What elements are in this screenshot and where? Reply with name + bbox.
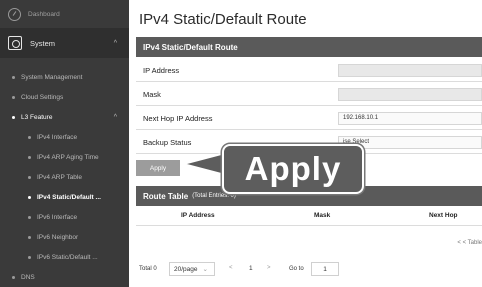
sidebar: Dashboard System ^ System Management Clo…: [0, 0, 129, 287]
prev-page-button[interactable]: <: [229, 265, 233, 271]
sidebar-item-ipv4-arp-table[interactable]: IPv4 ARP Table: [0, 170, 129, 184]
bullet-icon: [28, 155, 31, 159]
sidebar-item-ipv6-static-route[interactable]: IPv6 Static/Default ...: [0, 250, 129, 264]
ip-address-input[interactable]: [338, 63, 482, 77]
route-table-columns: IP Address Mask Next Hop: [136, 206, 482, 226]
next-page-button[interactable]: >: [267, 265, 271, 271]
sidebar-item-label: IPv6 Static/Default ...: [37, 253, 98, 261]
next-hop-row: Next Hop IP Address 192.168.10.1: [136, 107, 482, 130]
sidebar-item-dashboard[interactable]: Dashboard: [0, 6, 129, 22]
bullet-icon: [12, 75, 15, 79]
dashboard-icon: [8, 7, 21, 21]
callout-text: Apply: [244, 150, 342, 187]
sidebar-item-label: System: [30, 38, 56, 48]
form-panel-title: IPv4 Static/Default Route: [143, 42, 238, 52]
sidebar-item-ipv6-interface[interactable]: IPv6 Interface: [0, 210, 129, 224]
apply-button[interactable]: Apply: [136, 160, 180, 176]
sidebar-item-cloud-settings[interactable]: Cloud Settings: [0, 90, 129, 104]
next-hop-input[interactable]: 192.168.10.1: [338, 111, 482, 125]
callout-arrow: [181, 151, 226, 177]
mask-row: Mask: [136, 83, 482, 106]
bullet-icon: [12, 95, 15, 99]
bullet-icon: [12, 115, 15, 119]
column-ip-address: IP Address: [181, 212, 215, 219]
system-icon: [8, 36, 22, 50]
sidebar-item-label: IPv6 Interface: [37, 213, 78, 221]
sidebar-item-system-management[interactable]: System Management: [0, 70, 129, 84]
bullet-icon: [28, 215, 31, 219]
pager-total: Total 0: [139, 266, 157, 272]
chevron-up-icon: ^: [113, 39, 117, 47]
chevron-down-icon: ⌄: [202, 266, 208, 273]
sidebar-item-label: DNS: [21, 273, 35, 281]
bullet-icon: [28, 175, 31, 179]
sidebar-item-label: IPv4 ARP Aging Time: [37, 153, 99, 161]
mask-label: Mask: [143, 89, 161, 99]
bullet-icon: [28, 235, 31, 239]
sidebar-item-ipv4-arp-aging-time[interactable]: IPv4 ARP Aging Time: [0, 150, 129, 164]
bullet-icon: [28, 135, 31, 139]
per-page-value: 20/page: [174, 265, 198, 273]
sidebar-item-label: L3 Feature: [21, 113, 53, 121]
route-table-title: Route Table: [143, 191, 189, 201]
sidebar-item-label: Cloud Settings: [21, 93, 64, 101]
pagination: Total 0 20/page ⌄ < 1 > Go to 1: [129, 262, 482, 278]
sidebar-item-label: IPv4 ARP Table: [37, 173, 82, 181]
current-page: 1: [249, 265, 253, 272]
goto-page-input[interactable]: 1: [311, 262, 339, 276]
sidebar-item-label: System Management: [21, 73, 83, 81]
column-next-hop: Next Hop: [429, 212, 458, 219]
goto-page-value: 1: [323, 265, 327, 273]
ip-address-label: IP Address: [143, 65, 180, 75]
column-mask: Mask: [314, 212, 331, 219]
mask-input[interactable]: [338, 87, 482, 101]
sidebar-item-ipv4-static-route[interactable]: IPv4 Static/Default ...: [0, 190, 129, 204]
sidebar-item-l3-feature[interactable]: L3 Feature ^: [0, 110, 129, 124]
chevron-up-icon: ^: [113, 113, 117, 121]
page-title: IPv4 Static/Default Route: [139, 11, 307, 28]
sidebar-item-system[interactable]: System ^: [0, 28, 129, 58]
apply-callout: Apply: [222, 144, 364, 194]
next-hop-label: Next Hop IP Address: [143, 113, 213, 123]
ip-address-row: IP Address: [136, 59, 482, 82]
sidebar-item-label: Dashboard: [28, 10, 60, 18]
bullet-icon: [12, 275, 15, 279]
sidebar-item-label: IPv4 Static/Default ...: [37, 193, 101, 201]
table-empty-note: < < Table: [457, 240, 482, 246]
sidebar-item-label: IPv4 Interface: [37, 133, 78, 141]
sidebar-item-ipv6-neighbor[interactable]: IPv6 Neighbor: [0, 230, 129, 244]
form-panel-header: IPv4 Static/Default Route: [136, 37, 482, 57]
bullet-icon: [28, 195, 31, 199]
goto-label: Go to: [289, 266, 304, 272]
sidebar-item-ipv4-interface[interactable]: IPv4 Interface: [0, 130, 129, 144]
per-page-select[interactable]: 20/page ⌄: [169, 262, 215, 276]
sidebar-item-label: IPv6 Neighbor: [37, 233, 79, 241]
sidebar-item-dns[interactable]: DNS: [0, 270, 129, 284]
bullet-icon: [28, 255, 31, 259]
